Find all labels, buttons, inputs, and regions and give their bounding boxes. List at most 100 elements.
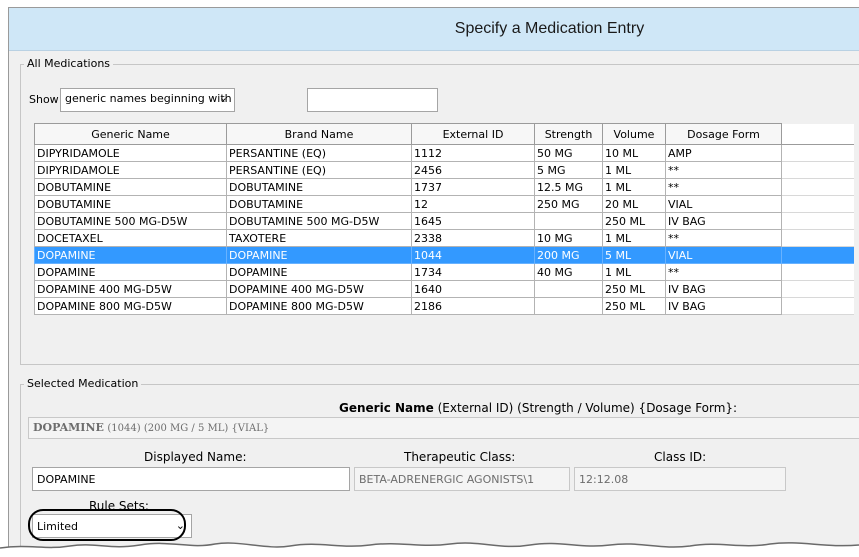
cell-generic-name: DOBUTAMINE <box>34 178 227 196</box>
summary-generic-name: DOPAMINE <box>33 421 104 434</box>
selected-medication-legend: Selected Medication <box>24 377 142 390</box>
cell-volume: 1 ML <box>602 161 666 179</box>
cell-external-id: 12 <box>411 195 535 213</box>
cell-dosage-form: IV BAG <box>665 297 782 315</box>
cell-brand-name: DOBUTAMINE <box>226 195 412 213</box>
cell-external-id: 1645 <box>411 212 535 230</box>
cell-strength <box>534 212 603 230</box>
therapeutic-class-label: Therapeutic Class: <box>404 450 516 464</box>
row-filler <box>781 212 854 230</box>
class-id-field: 12:12.08 <box>574 467 786 491</box>
cell-generic-name: DOPAMINE <box>34 263 227 281</box>
cell-dosage-form: ** <box>665 161 782 179</box>
cell-brand-name: DOPAMINE <box>226 246 412 264</box>
cell-generic-name: DOCETAXEL <box>34 229 227 247</box>
format-hint-rest: (External ID) (Strength / Volume) {Dosag… <box>437 401 738 415</box>
cell-strength: 10 MG <box>534 229 603 247</box>
row-filler <box>781 246 854 264</box>
cell-generic-name: DOPAMINE 800 MG-D5W <box>34 297 227 315</box>
row-filler <box>781 229 854 247</box>
table-row[interactable]: DOPAMINE DOPAMINE 1044 200 MG 5 ML VIAL <box>34 246 854 264</box>
cell-brand-name: DOPAMINE 400 MG-D5W <box>226 280 412 298</box>
cell-dosage-form: ** <box>665 178 782 196</box>
format-hint-bold: Generic Name <box>339 401 434 415</box>
cell-strength: 5 MG <box>534 161 603 179</box>
table-row[interactable]: DOPAMINE DOPAMINE 1734 40 MG 1 ML ** <box>34 263 854 281</box>
row-filler <box>781 144 854 162</box>
table-row[interactable]: DOBUTAMINE DOBUTAMINE 1737 12.5 MG 1 ML ** <box>34 178 854 196</box>
row-filler <box>781 161 854 179</box>
cell-strength: 250 MG <box>534 195 603 213</box>
class-id-label: Class ID: <box>654 450 707 464</box>
column-header-strength[interactable]: Strength <box>534 123 603 145</box>
cell-volume: 250 ML <box>602 280 666 298</box>
column-header-generic-name[interactable]: Generic Name <box>34 123 227 145</box>
column-header-external-id[interactable]: External ID <box>411 123 535 145</box>
table-row[interactable]: DOCETAXEL TAXOTERE 2338 10 MG 1 ML ** <box>34 229 854 247</box>
row-filler <box>781 195 854 213</box>
cell-strength: 200 MG <box>534 246 603 264</box>
cell-dosage-form: IV BAG <box>665 212 782 230</box>
displayed-name-label: Displayed Name: <box>144 450 247 464</box>
show-label: Show <box>29 93 59 106</box>
cell-volume: 250 ML <box>602 297 666 315</box>
cell-generic-name: DOPAMINE 400 MG-D5W <box>34 280 227 298</box>
row-filler <box>781 280 854 298</box>
title-bar: Specify a Medication Entry <box>9 8 859 51</box>
cell-strength: 12.5 MG <box>534 178 603 196</box>
medication-entry-dialog: Specify a Medication Entry All Medicatio… <box>8 7 859 548</box>
dialog-title: Specify a Medication Entry <box>454 20 645 37</box>
cell-volume: 1 ML <box>602 229 666 247</box>
cell-strength: 50 MG <box>534 144 603 162</box>
cell-external-id: 2338 <box>411 229 535 247</box>
cell-brand-name: PERSANTINE (EQ) <box>226 144 412 162</box>
table-row[interactable]: DIPYRIDAMOLE PERSANTINE (EQ) 2456 5 MG 1 ML *… <box>34 161 854 179</box>
cell-strength <box>534 297 603 315</box>
header-filler <box>781 123 854 145</box>
cell-generic-name: DIPYRIDAMOLE <box>34 144 227 162</box>
therapeutic-class-field: BETA-ADRENERGIC AGONISTS\1 <box>354 467 570 491</box>
cell-dosage-form: ** <box>665 229 782 247</box>
format-hint: Generic Name (External ID) (Strength / V… <box>339 401 737 415</box>
cell-volume: 5 ML <box>602 246 666 264</box>
cell-volume: 10 ML <box>602 144 666 162</box>
table-row[interactable]: DOPAMINE 800 MG-D5W DOPAMINE 800 MG-D5W 21… <box>34 297 854 315</box>
cell-generic-name: DOBUTAMINE <box>34 195 227 213</box>
row-filler <box>781 297 854 315</box>
cell-external-id: 1640 <box>411 280 535 298</box>
column-header-volume[interactable]: Volume <box>602 123 666 145</box>
cell-volume: 250 ML <box>602 212 666 230</box>
cell-external-id: 1737 <box>411 178 535 196</box>
summary-details: (1044) (200 MG / 5 ML) {VIAL} <box>107 423 270 434</box>
cell-strength <box>534 280 603 298</box>
filter-text-input[interactable] <box>307 88 438 112</box>
medications-table: Generic Name Brand Name External ID Strengt… <box>34 123 854 315</box>
cell-external-id: 1734 <box>411 263 535 281</box>
table-row[interactable]: DOPAMINE 400 MG-D5W DOPAMINE 400 MG-D5W 16… <box>34 280 854 298</box>
cell-external-id: 2456 <box>411 161 535 179</box>
column-header-dosage-form[interactable]: Dosage Form <box>665 123 782 145</box>
cell-generic-name: DIPYRIDAMOLE <box>34 161 227 179</box>
all-medications-legend: All Medications <box>24 57 114 70</box>
cell-brand-name: DOBUTAMINE <box>226 178 412 196</box>
row-filler <box>781 178 854 196</box>
chevron-down-icon: ⌄ <box>218 91 228 104</box>
cell-brand-name: DOPAMINE 800 MG-D5W <box>226 297 412 315</box>
table-row[interactable]: DOBUTAMINE 500 MG-D5W DOBUTAMINE 500 MG-D… <box>34 212 854 230</box>
cell-brand-name: DOBUTAMINE 500 MG-D5W <box>226 212 412 230</box>
cell-dosage-form: IV BAG <box>665 280 782 298</box>
row-filler <box>781 263 854 281</box>
cell-strength: 40 MG <box>534 263 603 281</box>
cell-volume: 20 ML <box>602 195 666 213</box>
filter-mode-value: generic names beginning with <box>65 92 232 105</box>
cell-brand-name: DOPAMINE <box>226 263 412 281</box>
selected-summary-field: DOPAMINE (1044) (200 MG / 5 ML) {VIAL} <box>28 417 859 439</box>
column-header-brand-name[interactable]: Brand Name <box>226 123 412 145</box>
table-row[interactable]: DOBUTAMINE DOBUTAMINE 12 250 MG 20 ML VIAL <box>34 195 854 213</box>
filter-mode-dropdown[interactable]: generic names beginning with ⌄ <box>60 88 235 112</box>
displayed-name-input[interactable]: DOPAMINE <box>32 467 350 491</box>
cell-generic-name: DOPAMINE <box>34 246 227 264</box>
cell-dosage-form: VIAL <box>665 246 782 264</box>
cell-volume: 1 ML <box>602 263 666 281</box>
table-row[interactable]: DIPYRIDAMOLE PERSANTINE (EQ) 1112 50 MG 10 M… <box>34 144 854 162</box>
